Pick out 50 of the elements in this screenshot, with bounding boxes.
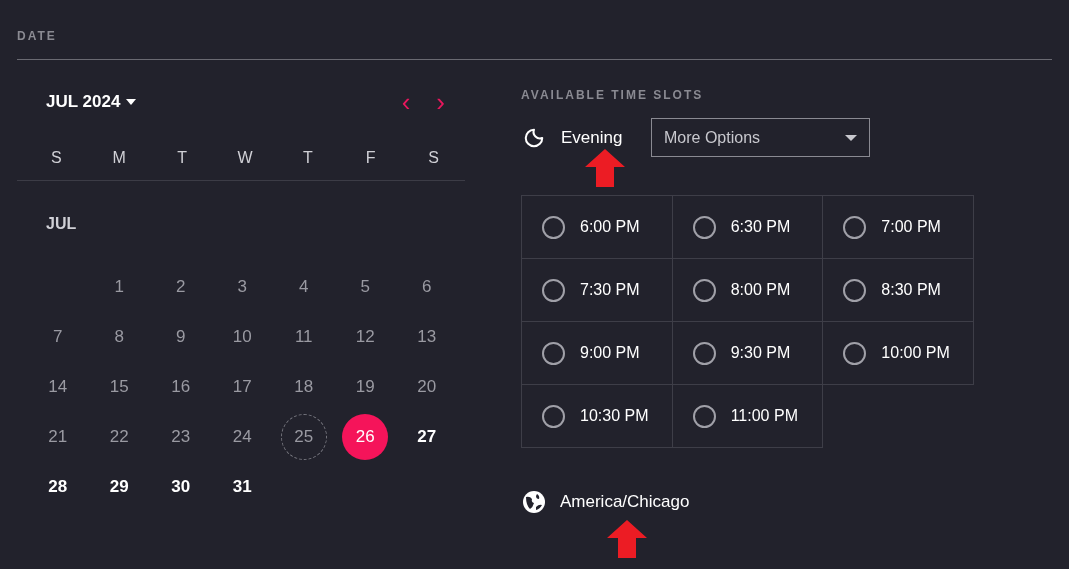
radio-button[interactable] [542,278,565,302]
radio-button[interactable] [692,341,716,365]
radio-button[interactable] [542,341,565,365]
weekday-label: T [177,148,187,168]
time-slot[interactable]: 8:00 PM [672,259,824,322]
weekday-label: S [51,148,62,168]
moon-icon [523,126,545,149]
radio-button[interactable] [843,278,867,302]
globe-icon [522,489,546,514]
next-month-button[interactable]: › [436,89,445,115]
section-title: DATE [17,28,57,45]
up-arrow-icon [585,149,625,187]
calendar-day[interactable]: 31 [219,464,266,510]
calendar-day[interactable]: 28 [34,464,81,510]
previous-month-button[interactable]: ‹ [401,89,411,115]
month-selector[interactable]: JUL 2024 [46,89,137,115]
time-slot[interactable]: 7:00 PM [823,196,974,259]
period-label: Evening [561,126,623,149]
weekday-label: W [237,148,253,168]
radio-button[interactable] [542,215,565,239]
time-slot[interactable]: 11:00 PM [672,385,824,448]
radio-button[interactable] [843,341,867,365]
radio-button[interactable] [542,404,565,428]
weekday-label: T [302,148,313,168]
caret-icon [845,134,857,141]
time-slot[interactable]: 10:30 PM [522,385,673,448]
time-slot[interactable]: 7:30 PM [522,259,673,322]
weekday-label: S [428,148,439,168]
calendar-day[interactable]: 29 [96,464,143,510]
section-title: AVAILABLE TIME SLOTS [521,87,704,104]
radio-button[interactable] [692,278,716,302]
weekday-label: F [365,148,376,168]
time-slot[interactable]: 10:00 PM [823,322,974,385]
month-heading: JUL [46,214,77,234]
time-slot[interactable]: 9:00 PM [522,322,673,385]
calendar-day[interactable]: 27 [403,414,450,460]
calendar-day[interactable]: 26 [342,414,389,460]
caret-icon [126,99,137,105]
more-options-dropdown[interactable]: More Options [651,118,870,157]
time-slot[interactable]: 8:30 PM [823,259,974,322]
timezone-label: America/Chicago [560,491,690,513]
time-slot[interactable]: 6:30 PM [672,196,824,259]
up-arrow-icon [607,519,647,558]
radio-button[interactable] [843,215,867,239]
weekday-label: M [112,148,126,168]
time-slot[interactable]: 6:00 PM [522,196,673,259]
time-slot[interactable]: 9:30 PM [672,322,824,385]
radio-button[interactable] [692,404,716,428]
radio-button[interactable] [692,215,716,239]
calendar-day[interactable]: 30 [157,464,204,510]
